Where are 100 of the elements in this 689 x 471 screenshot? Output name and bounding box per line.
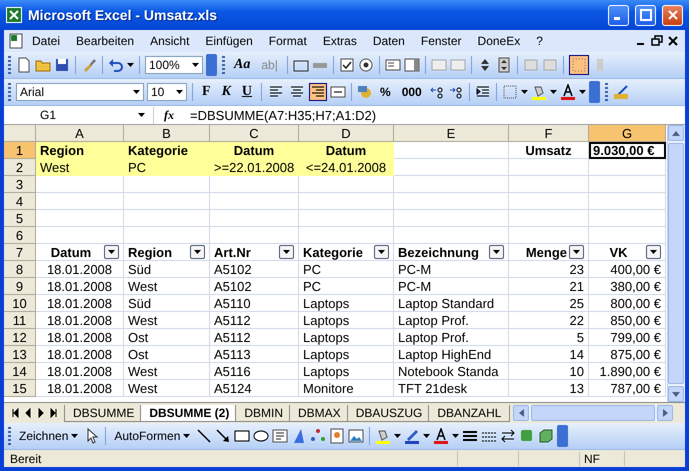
table-cell[interactable]: 18.01.2008 <box>36 312 124 329</box>
font-field[interactable]: Arial <box>16 83 144 101</box>
table-cell[interactable]: Laptop Standard <box>394 295 509 312</box>
table-cell[interactable]: Ost <box>124 329 210 346</box>
scroll-up-button[interactable] <box>668 125 684 141</box>
row-header[interactable]: 7 <box>4 244 36 261</box>
table-cell[interactable]: PC <box>299 278 394 295</box>
caret-icon[interactable] <box>176 90 183 94</box>
minimize-button[interactable] <box>608 4 629 26</box>
row-header[interactable]: 3 <box>4 176 36 193</box>
menu-item[interactable]: Daten <box>364 32 413 50</box>
caret-icon[interactable] <box>578 90 586 94</box>
table-cell[interactable]: West <box>36 159 124 176</box>
scroll-left-button[interactable] <box>513 405 529 421</box>
toolbar-button[interactable]: Aa <box>230 55 254 75</box>
table-cell[interactable] <box>394 176 509 193</box>
table-cell[interactable]: Region <box>36 142 124 159</box>
toolbar-options-button[interactable] <box>557 425 568 447</box>
row-header[interactable]: 14 <box>4 363 36 380</box>
caret-icon[interactable] <box>423 434 430 438</box>
table-cell[interactable]: 23 <box>509 261 589 278</box>
table-cell[interactable] <box>210 210 299 227</box>
table-cell[interactable] <box>509 193 589 210</box>
fill-color-icon[interactable] <box>530 84 547 100</box>
table-cell[interactable]: Datum <box>210 142 299 159</box>
table-cell[interactable]: 5 <box>509 329 589 346</box>
text-box-icon[interactable] <box>272 428 288 444</box>
save-icon[interactable] <box>54 57 70 73</box>
table-cell[interactable]: 25 <box>509 295 589 312</box>
vertical-scrollbar[interactable] <box>667 125 685 402</box>
name-box[interactable]: G1 <box>4 106 154 124</box>
table-cell[interactable] <box>210 176 299 193</box>
table-cell[interactable]: A5110 <box>210 295 299 312</box>
scrollbar-icon[interactable] <box>496 57 512 73</box>
table-cell[interactable] <box>394 227 509 244</box>
diagram-icon[interactable] <box>310 428 326 444</box>
filter-dropdown-button[interactable] <box>374 245 389 259</box>
caret-icon[interactable] <box>394 434 402 438</box>
ellipse-icon[interactable] <box>253 428 270 444</box>
row-header[interactable]: 5 <box>4 210 36 227</box>
table-cell[interactable]: TFT 21desk <box>394 380 509 397</box>
tab-scroll-icon[interactable] <box>49 408 58 418</box>
sheet-tab[interactable]: DBMAX <box>289 404 350 422</box>
table-cell[interactable] <box>299 210 394 227</box>
table-cell[interactable]: Laptops <box>299 363 394 380</box>
table-cell[interactable]: Datum <box>299 142 394 159</box>
table-cell[interactable] <box>509 159 589 176</box>
row-header[interactable]: 1 <box>4 142 36 159</box>
scroll-thumb[interactable] <box>531 405 655 421</box>
table-cell[interactable]: 18.01.2008 <box>36 261 124 278</box>
caret-icon[interactable] <box>520 90 528 94</box>
table-cell[interactable]: 18.01.2008 <box>36 278 124 295</box>
menu-item[interactable]: Datei <box>24 32 68 50</box>
table-cell[interactable]: <=24.01.2008 <box>299 159 394 176</box>
toolbar-options-button[interactable] <box>588 81 600 103</box>
table-cell[interactable] <box>36 176 124 193</box>
table-cell[interactable]: Laptop HighEnd <box>394 346 509 363</box>
tab-scroll-icon[interactable] <box>10 408 19 418</box>
clip-art-icon[interactable] <box>329 428 346 444</box>
scroll-thumb[interactable] <box>668 143 684 384</box>
filter-dropdown-button[interactable] <box>569 245 584 259</box>
column-header[interactable]: D <box>299 125 394 142</box>
align-right-button[interactable] <box>309 83 328 101</box>
menu-item[interactable]: Ansicht <box>142 32 198 50</box>
menu-item[interactable]: ? <box>528 32 551 50</box>
insert-function-button[interactable]: fx <box>164 108 184 122</box>
row-header[interactable]: 8 <box>4 261 36 278</box>
arrow-icon[interactable] <box>215 428 232 444</box>
table-cell[interactable] <box>509 227 589 244</box>
toolbar-button[interactable]: % <box>376 83 395 101</box>
table-cell[interactable]: 10 <box>509 363 589 380</box>
table-cell[interactable]: Süd <box>124 295 210 312</box>
column-header[interactable]: F <box>509 125 589 142</box>
column-header[interactable]: E <box>394 125 509 142</box>
filter-dropdown-button[interactable] <box>489 245 504 259</box>
table-cell[interactable]: PC <box>124 159 210 176</box>
table-cell[interactable] <box>36 227 124 244</box>
table-cell[interactable] <box>589 176 666 193</box>
toolbar-button[interactable]: 000 <box>398 83 426 101</box>
combo-box-icon[interactable] <box>404 57 420 73</box>
caret-icon[interactable] <box>127 63 134 67</box>
table-cell[interactable]: Notebook Standa <box>394 363 509 380</box>
close-button[interactable] <box>662 4 683 26</box>
table-cell[interactable]: Laptops <box>299 312 394 329</box>
column-header[interactable]: A <box>36 125 124 142</box>
scroll-right-button[interactable] <box>657 405 673 421</box>
autoshapes-menu[interactable]: AutoFormen <box>111 429 194 443</box>
row-header[interactable]: 12 <box>4 329 36 346</box>
table-cell[interactable]: 18.01.2008 <box>36 380 124 397</box>
arrow-style-icon[interactable] <box>500 428 516 444</box>
picture-icon[interactable] <box>348 428 364 444</box>
line-icon[interactable] <box>196 428 212 444</box>
table-cell[interactable]: 799,00 € <box>589 329 666 346</box>
caret-icon[interactable] <box>183 434 190 438</box>
radio-icon[interactable] <box>358 57 374 73</box>
italic-button[interactable]: K <box>218 82 235 102</box>
horizontal-scrollbar[interactable] <box>513 405 673 421</box>
table-cell[interactable] <box>299 193 394 210</box>
3d-icon[interactable] <box>538 428 554 444</box>
filter-dropdown-button[interactable] <box>104 245 119 259</box>
